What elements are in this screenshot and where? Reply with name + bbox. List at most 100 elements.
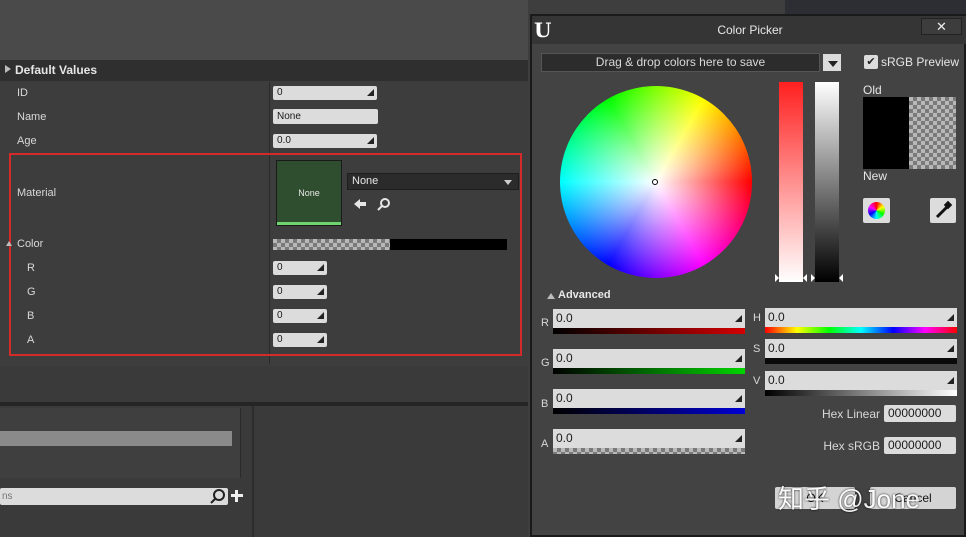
channel-label-r: R	[541, 317, 549, 329]
thumbnail-label: None	[298, 188, 320, 198]
row-label-age: Age	[17, 135, 37, 147]
value-slider[interactable]	[815, 82, 839, 282]
drag-handle-icon[interactable]	[366, 136, 374, 144]
color-picker-window	[530, 14, 966, 537]
editor-background	[0, 0, 528, 60]
channel-label-b: B	[541, 398, 549, 410]
value-field[interactable]: 0.0	[765, 371, 957, 390]
drag-handle-icon[interactable]	[734, 354, 742, 362]
chevron-down-icon	[828, 61, 838, 67]
row-label-color: Color	[17, 238, 44, 250]
old-color-swatch	[863, 97, 909, 169]
alpha-field[interactable]: 0.0	[553, 429, 745, 448]
default-values-header[interactable]: Default Values	[0, 60, 528, 81]
color-wheel-icon	[868, 202, 885, 219]
color-r-field[interactable]: 0	[273, 261, 327, 275]
material-combo[interactable]: None	[347, 173, 519, 190]
color-swatch-preview[interactable]	[390, 239, 507, 250]
saturation-marker-right[interactable]	[803, 274, 807, 282]
id-field[interactable]: 0	[273, 86, 377, 100]
drag-handle-icon[interactable]	[316, 311, 324, 319]
color-b-field[interactable]: 0	[273, 309, 327, 323]
use-selected-arrow-icon[interactable]	[353, 197, 367, 211]
drag-handle-icon[interactable]	[946, 376, 954, 384]
age-field[interactable]: 0.0	[273, 134, 377, 148]
drag-handle-icon[interactable]	[316, 263, 324, 271]
saturation-marker-left[interactable]	[775, 274, 779, 282]
expand-arrow-icon[interactable]	[6, 241, 12, 246]
add-icon[interactable]	[230, 489, 244, 503]
old-color-label: Old	[863, 83, 882, 97]
material-combo-value: None	[352, 175, 379, 187]
channel-label-s: S	[753, 343, 761, 355]
chevron-down-icon	[504, 180, 512, 185]
new-color-label: New	[863, 169, 888, 183]
close-button[interactable]: ✕	[921, 18, 962, 35]
watermark: 知乎 @Jone	[778, 484, 920, 514]
drag-handle-icon[interactable]	[316, 287, 324, 295]
srgb-preview-checkbox[interactable]: ✔	[864, 55, 878, 69]
material-thumbnail[interactable]: None	[276, 160, 342, 226]
drag-handle-icon[interactable]	[316, 335, 324, 343]
hex-srgb-field[interactable]: 00000000	[884, 437, 956, 454]
row-label-id: ID	[17, 87, 28, 99]
hex-srgb-label: Hex sRGB	[823, 439, 880, 453]
drag-handle-icon[interactable]	[734, 434, 742, 442]
color-alpha-preview[interactable]	[273, 239, 390, 250]
unreal-logo-icon: U	[534, 18, 552, 42]
channel-label-g: G	[541, 357, 550, 369]
color-a-field[interactable]: 0	[273, 333, 327, 347]
color-g-field[interactable]: 0	[273, 285, 327, 299]
hex-linear-field[interactable]: 00000000	[884, 405, 956, 422]
search-input[interactable]: ns	[0, 488, 228, 505]
window-title: Color Picker	[717, 23, 783, 37]
red-gradient[interactable]	[553, 328, 745, 334]
value-marker-right[interactable]	[839, 274, 843, 282]
hex-linear-label: Hex Linear	[821, 407, 880, 421]
srgb-preview-label: sRGB Preview	[881, 55, 960, 69]
browse-magnifier-icon[interactable]	[377, 197, 391, 211]
drag-handle-icon[interactable]	[734, 314, 742, 322]
collapse-arrow-icon[interactable]	[547, 293, 555, 299]
saved-colors-dropdown[interactable]	[822, 53, 842, 72]
channel-label-v: V	[753, 375, 761, 387]
color-wheel-mode-button[interactable]	[863, 198, 890, 223]
eyedropper-icon	[935, 200, 953, 219]
name-field[interactable]: None	[273, 109, 378, 124]
row-label-name: Name	[17, 111, 47, 123]
green-gradient[interactable]	[553, 368, 745, 374]
drag-handle-icon[interactable]	[734, 394, 742, 402]
hue-field[interactable]: 0.0	[765, 308, 957, 327]
saturation-slider[interactable]	[779, 82, 803, 282]
vertical-splitter[interactable]	[252, 406, 254, 537]
row-label-r: R	[27, 262, 35, 274]
panel-separator[interactable]	[0, 402, 528, 406]
green-field[interactable]: 0.0	[553, 349, 745, 368]
section-title: Default Values	[15, 63, 98, 77]
saved-colors-bar[interactable]: Drag & drop colors here to save	[541, 53, 820, 72]
drag-handle-icon[interactable]	[946, 313, 954, 321]
channel-label-a: A	[541, 438, 549, 450]
value-marker-left[interactable]	[811, 274, 815, 282]
channel-label-h: H	[753, 312, 761, 324]
eyedropper-button[interactable]	[930, 198, 956, 223]
advanced-section-label[interactable]: Advanced	[558, 289, 611, 301]
hue-gradient[interactable]	[765, 327, 957, 333]
search-icon[interactable]	[209, 488, 227, 505]
drag-handle-icon[interactable]	[946, 344, 954, 352]
row-label-material: Material	[17, 187, 57, 199]
value-gradient[interactable]	[765, 390, 957, 396]
progress-bar	[0, 431, 232, 446]
row-label-a: A	[27, 334, 35, 346]
red-field[interactable]: 0.0	[553, 309, 745, 328]
row-label-g: G	[27, 286, 36, 298]
alpha-gradient[interactable]	[553, 448, 745, 454]
saturation-gradient[interactable]	[765, 358, 957, 364]
drag-handle-icon[interactable]	[366, 88, 374, 96]
color-wheel-selector[interactable]	[652, 179, 658, 185]
saturation-field[interactable]: 0.0	[765, 339, 957, 358]
blue-field[interactable]: 0.0	[553, 389, 745, 408]
collapse-arrow-icon[interactable]	[5, 65, 11, 73]
blue-gradient[interactable]	[553, 408, 745, 414]
new-color-alpha-preview	[909, 97, 956, 169]
